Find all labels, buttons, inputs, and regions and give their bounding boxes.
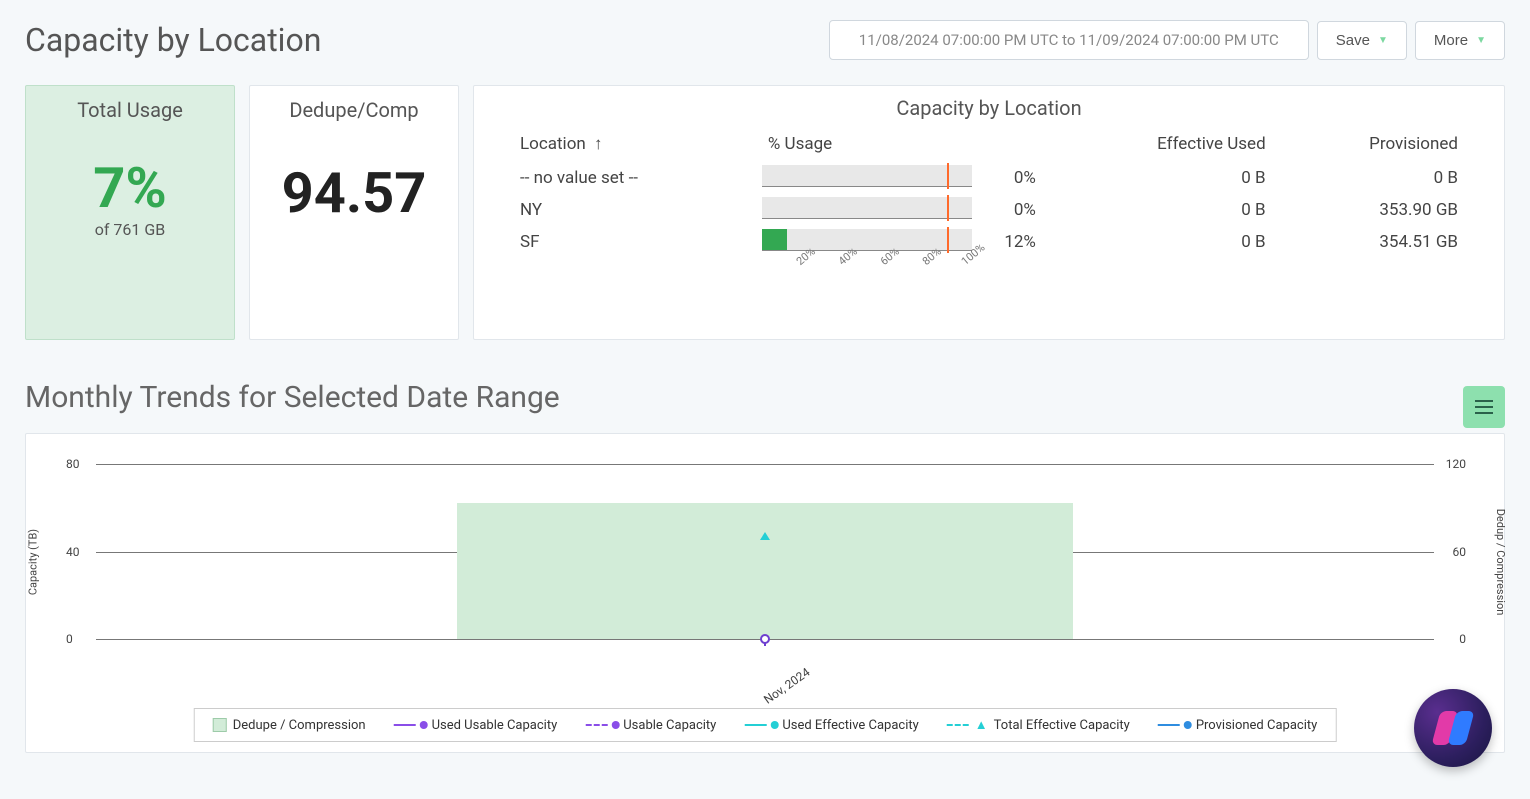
cell-effective: 0 B	[1042, 194, 1272, 226]
more-button[interactable]: More ▼	[1415, 21, 1505, 60]
trend-chart: Capacity (TB) Dedup / Compression 80 40 …	[25, 433, 1505, 753]
cell-usage-pct: 0%	[982, 194, 1042, 226]
cell-location: SF	[514, 226, 762, 258]
cell-usage-pct: 12%	[982, 226, 1042, 258]
legend-item[interactable]: Dedupe / Compression	[213, 718, 366, 733]
page-title: Capacity by Location	[25, 21, 321, 59]
legend-item[interactable]: Used Usable Capacity	[394, 718, 558, 733]
kpi-total-usage[interactable]: Total Usage 7% of 761 GB	[25, 85, 235, 340]
col-usage[interactable]: % Usage	[762, 126, 1042, 162]
plot-area[interactable]: 80 40 0 120 60 0 Nov, 2024	[96, 464, 1434, 639]
triangle-marker-icon	[760, 532, 770, 540]
ytick-right: 60	[1453, 545, 1467, 559]
ytick-left: 80	[66, 457, 80, 471]
cell-usage-bar	[762, 194, 982, 226]
circle-marker-icon	[760, 634, 770, 644]
cell-usage-pct: 0%	[982, 162, 1042, 194]
col-effective[interactable]: Effective Used	[1042, 126, 1272, 162]
col-location[interactable]: Location ↑	[514, 126, 762, 162]
y-axis-left-label: Capacity (TB)	[27, 528, 40, 594]
col-provisioned[interactable]: Provisioned	[1272, 126, 1464, 162]
assistant-fab[interactable]	[1414, 689, 1492, 767]
legend-item[interactable]: Used Effective Capacity	[744, 718, 918, 733]
hamburger-icon	[1475, 400, 1493, 414]
ytick-right: 120	[1446, 457, 1466, 471]
legend-item[interactable]: ▲Total Effective Capacity	[947, 717, 1130, 733]
cell-provisioned: 354.51 GB	[1272, 226, 1464, 258]
kpi-dedupe[interactable]: Dedupe/Comp 94.57	[249, 85, 459, 340]
save-button[interactable]: Save ▼	[1317, 21, 1407, 60]
capacity-table-card: Capacity by Location Location ↑ % Usage …	[473, 85, 1505, 340]
more-button-label: More	[1434, 32, 1468, 49]
kpi-title: Total Usage	[77, 98, 183, 122]
cell-location: -- no value set --	[514, 162, 762, 194]
date-range-picker[interactable]: 11/08/2024 07:00:00 PM UTC to 11/09/2024…	[829, 20, 1309, 60]
table-title: Capacity by Location	[514, 96, 1464, 120]
ytick-left: 0	[66, 632, 73, 646]
ytick-left: 40	[66, 545, 80, 559]
y-axis-right-label: Dedup / Compression	[1495, 508, 1508, 615]
trend-title: Monthly Trends for Selected Date Range	[25, 380, 560, 415]
table-row[interactable]: -- no value set --0%0 B0 B	[514, 162, 1464, 194]
capacity-table: Location ↑ % Usage Effective Used Provis…	[514, 126, 1464, 286]
logo-icon	[1434, 709, 1472, 747]
cell-provisioned: 353.90 GB	[1272, 194, 1464, 226]
ytick-right: 0	[1459, 632, 1466, 646]
cell-location: NY	[514, 194, 762, 226]
cell-usage-bar	[762, 226, 982, 258]
kpi-title: Dedupe/Comp	[289, 98, 418, 122]
cell-effective: 0 B	[1042, 162, 1272, 194]
caret-down-icon: ▼	[1378, 35, 1388, 46]
save-button-label: Save	[1336, 32, 1370, 49]
legend-item[interactable]: Usable Capacity	[585, 718, 716, 733]
kpi-value: 94.57	[282, 160, 427, 226]
kpi-sub: of 761 GB	[95, 220, 165, 239]
table-row[interactable]: SF 12%0 B354.51 GB	[514, 226, 1464, 258]
table-row[interactable]: NY 0%0 B353.90 GB	[514, 194, 1464, 226]
cell-usage-bar	[762, 162, 982, 194]
kpi-value: 7%	[93, 160, 167, 216]
dedupe-area	[457, 503, 1073, 640]
legend-item[interactable]: Provisioned Capacity	[1158, 718, 1317, 733]
chart-menu-button[interactable]	[1463, 386, 1505, 428]
chart-legend: Dedupe / Compression Used Usable Capacit…	[194, 708, 1337, 742]
cell-effective: 0 B	[1042, 226, 1272, 258]
sort-asc-icon: ↑	[594, 134, 603, 154]
cell-provisioned: 0 B	[1272, 162, 1464, 194]
x-tick-label: Nov, 2024	[762, 665, 813, 707]
caret-down-icon: ▼	[1476, 35, 1486, 46]
